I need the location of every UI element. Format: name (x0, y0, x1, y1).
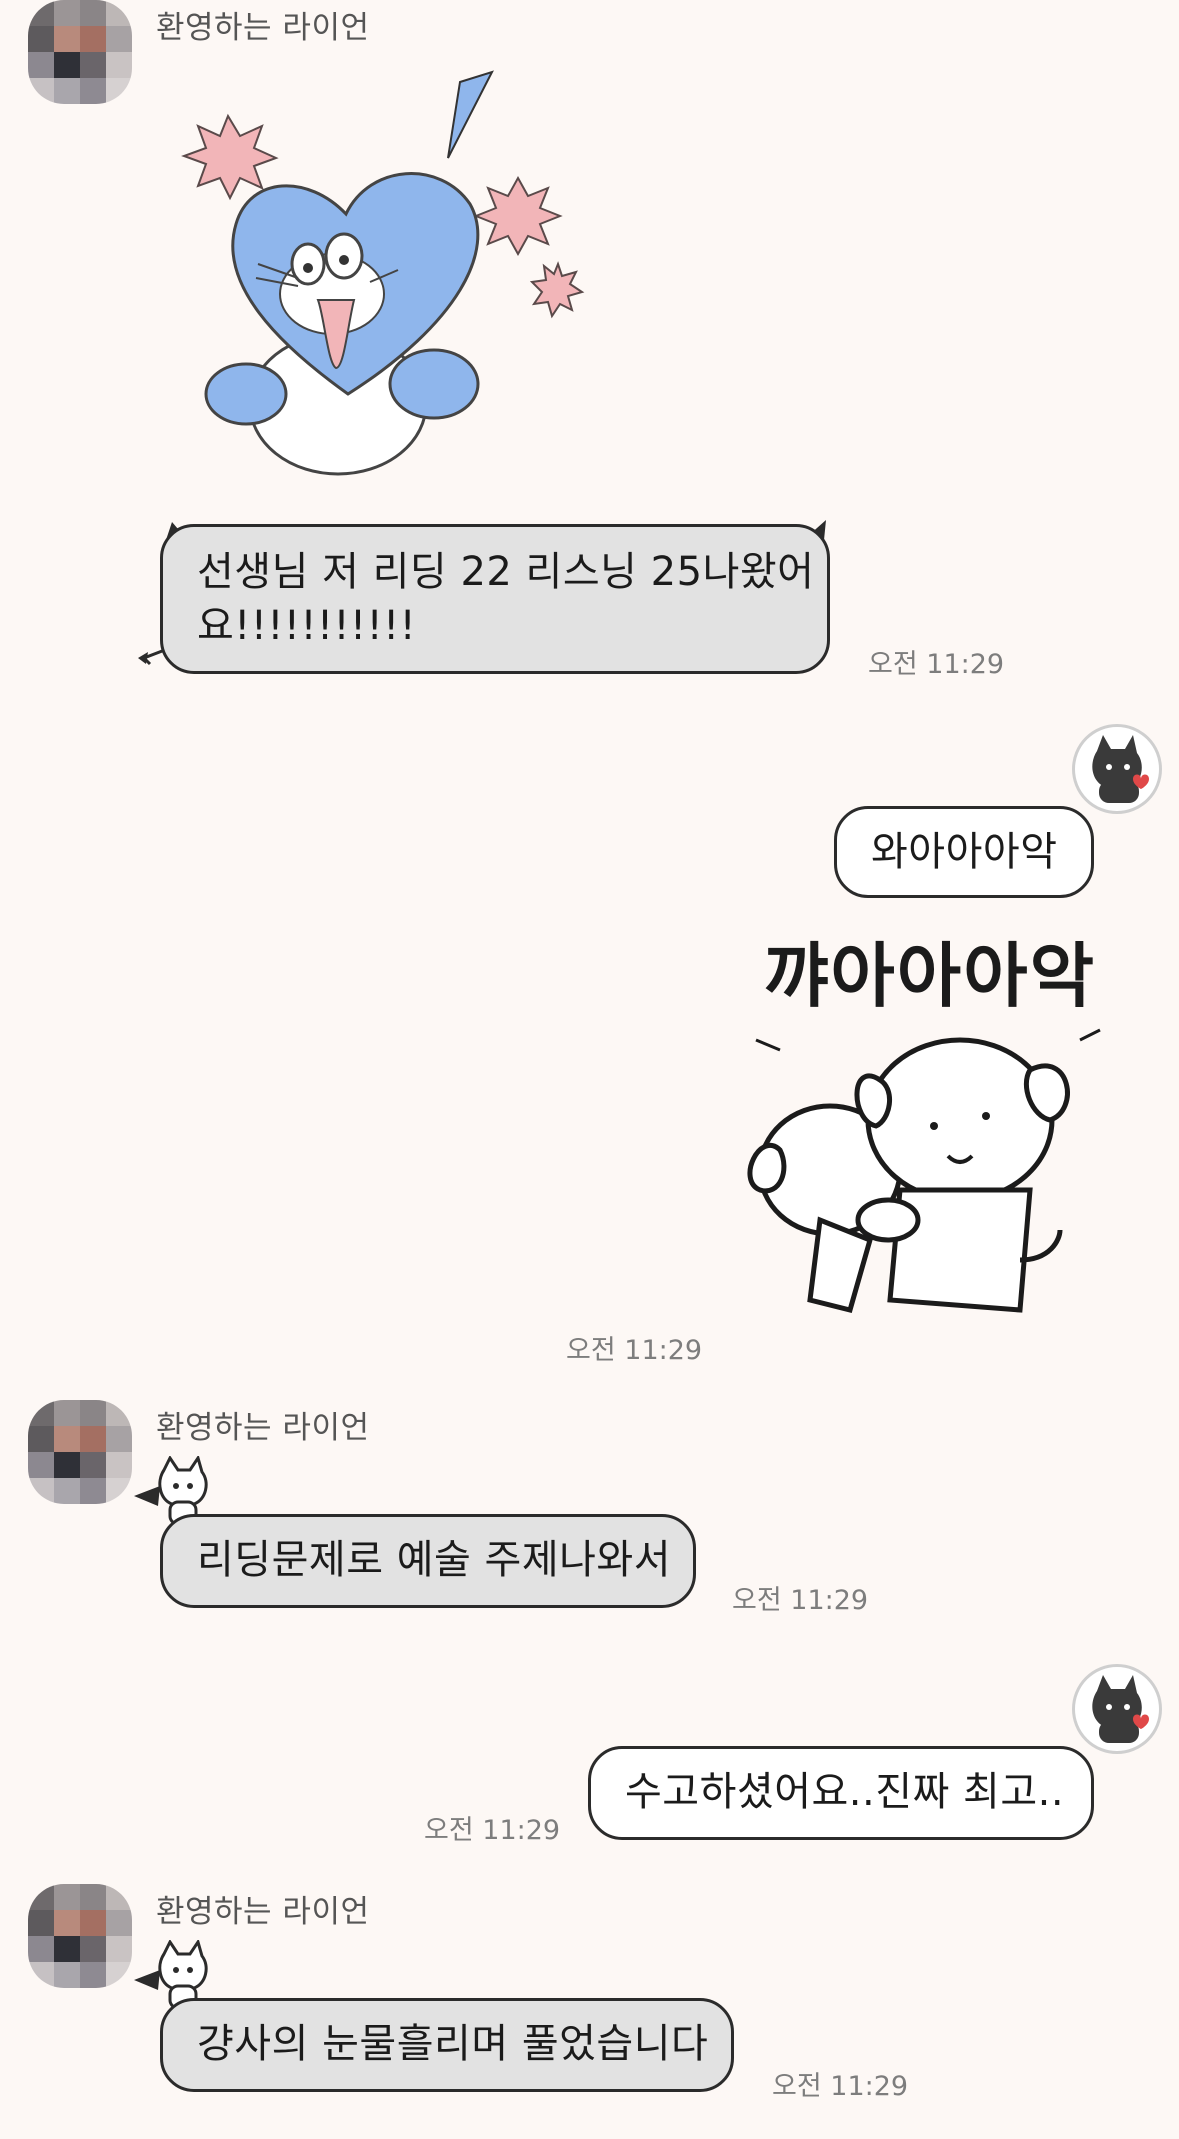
puppies-hugging-sticker-icon: 꺄아아아악 (747, 935, 1101, 1314)
black-cat-avatar-icon (1092, 735, 1149, 803)
sticker-caption: 꺄아아아악 (764, 935, 1096, 1017)
message-text: 수고하셨어요..진짜 최고.. (625, 1769, 1065, 1815)
avatar[interactable] (1072, 724, 1162, 814)
sender-name: 환영하는 라이언 (156, 10, 370, 46)
message-text: 걍사의 눈물흘리며 풀었습니다 (197, 2021, 709, 2067)
message-bubble[interactable]: 선생님 저 리딩 22 리스닝 25나왔어 요!!!!!!!!!!! (160, 524, 830, 674)
message-bubble[interactable]: 걍사의 눈물흘리며 풀었습니다 (160, 1998, 734, 2092)
message-text-line: 요!!!!!!!!!!! (197, 603, 417, 649)
timestamp: 오전 11:29 (772, 2071, 909, 2102)
avatar[interactable] (28, 0, 132, 104)
black-cat-avatar-icon (1092, 1675, 1149, 1743)
timestamp: 오전 11:29 (868, 649, 1005, 680)
avatar[interactable] (1072, 1664, 1162, 1754)
timestamp: 오전 11:29 (424, 1815, 561, 1846)
sender-name: 환영하는 라이언 (156, 1410, 370, 1446)
sticker-image[interactable] (158, 64, 598, 494)
timestamp: 오전 11:29 (566, 1335, 703, 1366)
sticker-image[interactable]: 꺄아아아악 (720, 920, 1140, 1360)
timestamp: 오전 11:29 (732, 1585, 869, 1616)
sender-name: 환영하는 라이언 (156, 1894, 370, 1930)
message-bubble[interactable]: 수고하셨어요..진짜 최고.. (588, 1746, 1094, 1840)
message-text-line: 선생님 저 리딩 22 리스닝 25나왔어 (197, 549, 815, 595)
message-text: 와아아아악 (871, 829, 1058, 875)
avatar[interactable] (28, 1400, 132, 1504)
message-text: 리딩문제로 예술 주제나와서 (197, 1537, 672, 1583)
message-bubble[interactable]: 와아아아악 (834, 806, 1094, 898)
message-bubble[interactable]: 리딩문제로 예술 주제나와서 (160, 1514, 696, 1608)
blue-heart-shocked-sticker-icon (181, 70, 585, 476)
avatar[interactable] (28, 1884, 132, 1988)
